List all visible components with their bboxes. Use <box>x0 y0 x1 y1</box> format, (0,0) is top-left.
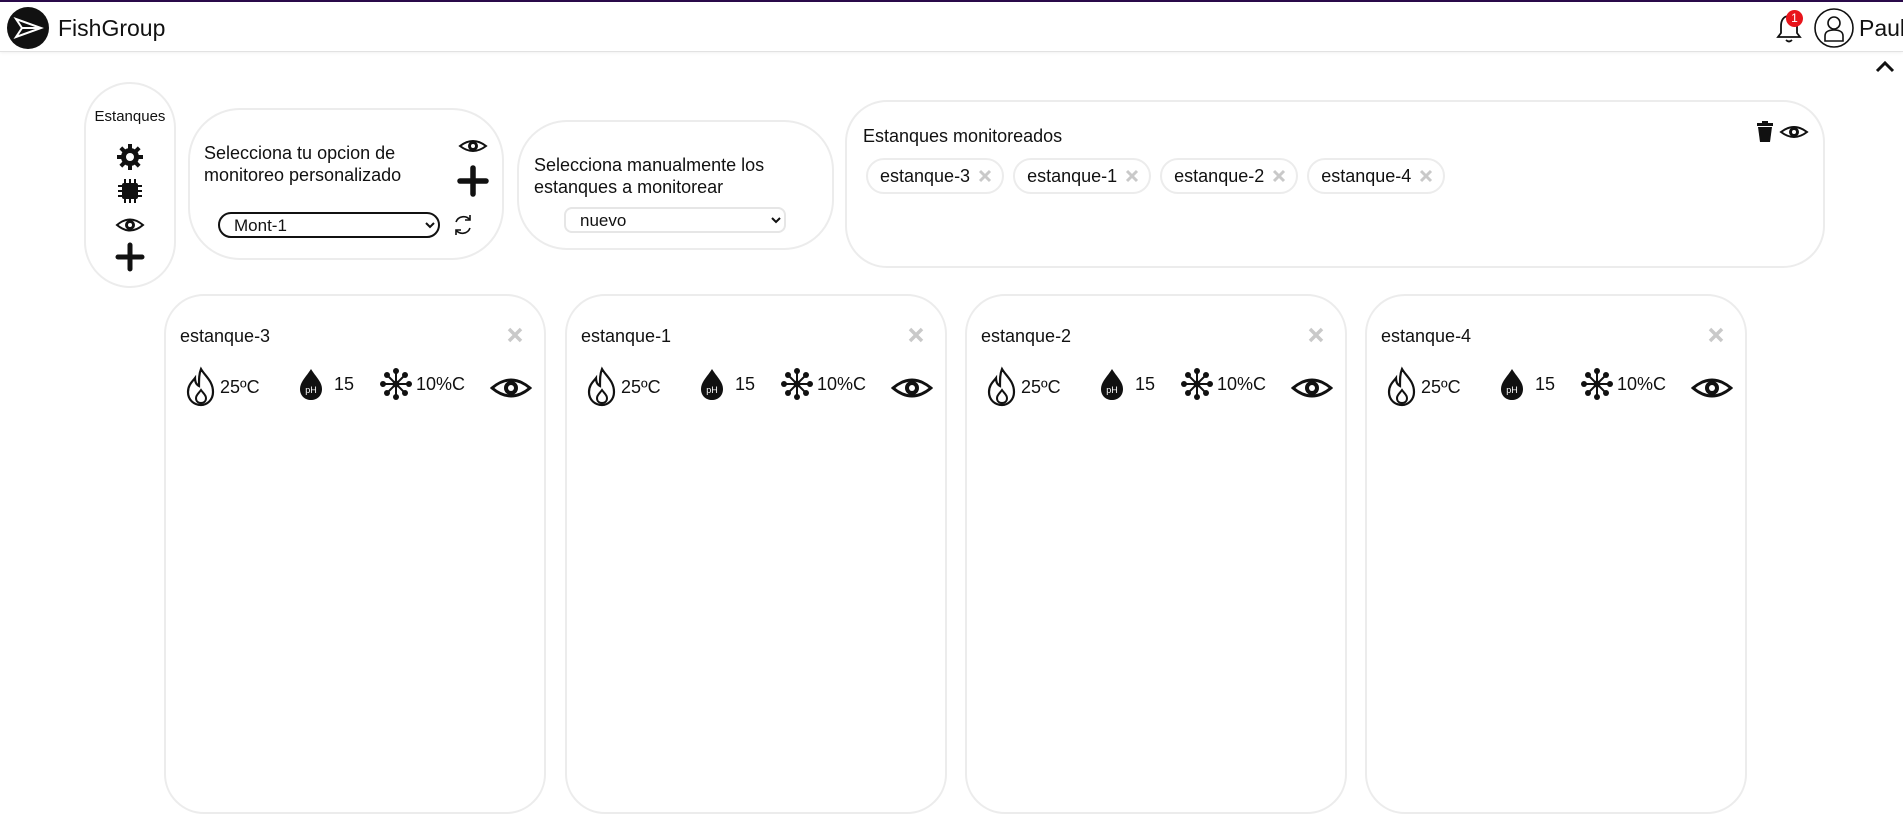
temperature-metric: 25ºC <box>1383 366 1461 408</box>
oxygen-metric: 10%C <box>378 366 465 402</box>
pond-title: estanque-2 <box>981 326 1072 346</box>
pond-chip-label: estanque-2 <box>1174 165 1265 186</box>
manual-selection-label: Selecciona manualmente los estanques a m… <box>534 155 765 197</box>
settings-icon[interactable] <box>115 142 145 172</box>
fire-icon <box>186 366 215 407</box>
temperature-metric: 25ºC <box>983 366 1061 408</box>
temperature-value: 25ºC <box>1421 376 1461 397</box>
ph-metric: pH 15 <box>1097 366 1155 402</box>
plus-icon[interactable] <box>115 242 145 272</box>
eye-icon[interactable] <box>1779 122 1809 147</box>
eye-icon[interactable] <box>891 374 933 402</box>
close-x-icon[interactable] <box>1307 326 1325 344</box>
close-x-icon[interactable] <box>506 326 524 344</box>
close-x-icon[interactable] <box>1707 326 1725 344</box>
pond-chip-label: estanque-1 <box>1027 165 1118 186</box>
manual-pond-select[interactable]: nuevo <box>564 207 786 233</box>
pond-chip-label: estanque-4 <box>1321 165 1412 186</box>
chip-icon[interactable] <box>115 176 145 206</box>
top-bar: FishGroup 1 Paul <box>0 2 1903 52</box>
ph-value: 15 <box>1135 373 1156 394</box>
temperature-value: 25ºC <box>220 376 260 397</box>
fire-icon <box>987 366 1016 407</box>
custom-monitoring-label: Selecciona tu opcion de monitoreo person… <box>204 143 402 185</box>
pond-chip[interactable]: estanque-4 <box>1307 158 1446 194</box>
ph-drop-icon: pH <box>1101 369 1123 400</box>
logo-icon[interactable] <box>7 7 49 49</box>
remove-x-icon[interactable] <box>978 169 992 183</box>
ph-metric: pH 15 <box>697 366 755 402</box>
temperature-value: 25ºC <box>1021 376 1061 397</box>
pond-card: estanque-1 25ºC pH 15 10%C <box>565 294 947 814</box>
pond-card: estanque-2 25ºC pH 15 10%C <box>965 294 1347 814</box>
ph-metric: pH 15 <box>1497 366 1555 402</box>
pond-chip[interactable]: estanque-1 <box>1013 158 1152 194</box>
molecule-icon <box>1181 368 1213 400</box>
molecule-icon <box>781 368 813 400</box>
monitored-chips-list: estanque-3 estanque-1 estanque-2 estanqu… <box>866 158 1446 194</box>
manual-selection-panel: Selecciona manualmente los estanques a m… <box>517 120 834 250</box>
oxygen-metric: 10%C <box>1179 366 1266 402</box>
custom-monitoring-panel: Selecciona tu opcion de monitoreo person… <box>188 108 504 260</box>
svg-text:pH: pH <box>1106 385 1118 395</box>
pond-chip-label: estanque-3 <box>880 165 971 186</box>
remove-x-icon[interactable] <box>1419 169 1433 183</box>
close-x-icon[interactable] <box>907 326 925 344</box>
add-plus-icon[interactable] <box>456 164 490 203</box>
pond-chip[interactable]: estanque-2 <box>1160 158 1299 194</box>
temperature-value: 25ºC <box>621 376 661 397</box>
oxygen-metric: 10%C <box>779 366 866 402</box>
eye-icon[interactable] <box>458 136 488 161</box>
eye-icon[interactable] <box>115 210 145 240</box>
oxygen-value: 10%C <box>817 373 867 394</box>
fire-icon <box>1387 366 1416 407</box>
pond-chip[interactable]: estanque-3 <box>866 158 1005 194</box>
ponds-tools-panel: Estanques <box>84 82 176 288</box>
eye-icon[interactable] <box>1691 374 1733 402</box>
pond-card: estanque-3 25ºC pH 15 10%C <box>164 294 546 814</box>
oxygen-value: 10%C <box>416 373 466 394</box>
ph-drop-icon: pH <box>1501 369 1523 400</box>
ph-drop-icon: pH <box>300 369 322 400</box>
oxygen-value: 10%C <box>1217 373 1267 394</box>
oxygen-metric: 10%C <box>1579 366 1666 402</box>
molecule-icon <box>380 368 412 400</box>
remove-x-icon[interactable] <box>1272 169 1286 183</box>
temperature-metric: 25ºC <box>583 366 661 408</box>
ph-value: 15 <box>334 373 355 394</box>
remove-x-icon[interactable] <box>1125 169 1139 183</box>
refresh-icon[interactable] <box>450 210 476 245</box>
molecule-icon <box>1581 368 1613 400</box>
oxygen-value: 10%C <box>1617 373 1667 394</box>
svg-text:pH: pH <box>1506 385 1518 395</box>
eye-icon[interactable] <box>490 374 532 402</box>
monitored-ponds-panel: Estanques monitoreados estanque-3 estanq… <box>845 100 1825 268</box>
eye-icon[interactable] <box>1291 374 1333 402</box>
notification-badge: 1 <box>1786 10 1803 27</box>
monitoring-option-select[interactable]: Mont-1 <box>218 212 440 238</box>
panel-title: Estanques <box>94 108 166 125</box>
brand-name[interactable]: FishGroup <box>58 15 165 42</box>
svg-text:pH: pH <box>305 385 317 395</box>
temperature-metric: 25ºC <box>182 366 260 408</box>
svg-text:pH: pH <box>706 385 718 395</box>
pond-title: estanque-4 <box>1381 326 1472 346</box>
pond-title: estanque-3 <box>180 326 271 346</box>
ph-value: 15 <box>1535 373 1556 394</box>
user-avatar-icon[interactable] <box>1814 8 1854 48</box>
trash-icon[interactable] <box>1755 120 1775 149</box>
username[interactable]: Paul <box>1859 15 1903 42</box>
ph-metric: pH 15 <box>296 366 354 402</box>
ph-value: 15 <box>735 373 756 394</box>
monitored-ponds-title: Estanques monitoreados <box>863 126 1063 146</box>
fire-icon <box>587 366 616 407</box>
pond-card: estanque-4 25ºC pH 15 10%C <box>1365 294 1747 814</box>
pond-title: estanque-1 <box>581 326 672 346</box>
ph-drop-icon: pH <box>701 369 723 400</box>
collapse-chevron-up-icon[interactable] <box>1874 58 1896 74</box>
